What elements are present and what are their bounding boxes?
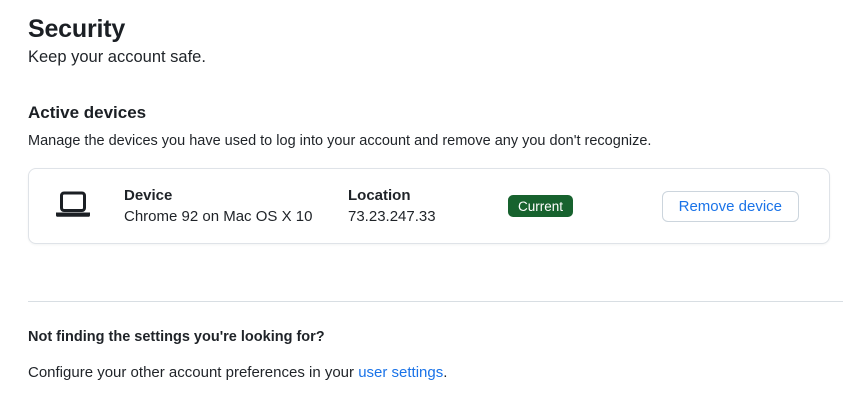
location-column: Location 73.23.247.33 <box>348 186 508 227</box>
active-devices-section: Active devices Manage the devices you ha… <box>28 102 843 244</box>
page-title: Security <box>28 15 126 43</box>
device-value: Chrome 92 on Mac OS X 10 <box>124 208 313 225</box>
footer-help-section: Not finding the settings you're looking … <box>28 328 843 383</box>
current-status-badge: Current <box>508 194 574 218</box>
active-devices-heading: Active devices <box>28 102 147 122</box>
security-settings-page: Security Keep your account safe. Active … <box>0 0 843 383</box>
section-divider <box>28 301 843 302</box>
location-value: 73.23.247.33 <box>348 208 436 225</box>
footer-text-after-link: . <box>443 364 448 382</box>
footer-text-before-link: Configure your other account preferences… <box>28 364 359 382</box>
device-label: Device <box>124 186 173 204</box>
location-label: Location <box>348 186 411 204</box>
device-card: Device Chrome 92 on Mac OS X 10 Location… <box>28 168 830 244</box>
page-subtitle: Keep your account safe. <box>28 48 206 66</box>
device-column: Device Chrome 92 on Mac OS X 10 <box>124 186 348 227</box>
remove-device-button[interactable]: Remove device <box>661 190 799 222</box>
footer-heading: Not finding the settings you're looking … <box>28 329 325 345</box>
user-settings-link[interactable]: user settings <box>358 364 443 381</box>
footer-text: Configure your other account preferences… <box>28 364 843 383</box>
laptop-icon <box>55 191 91 221</box>
active-devices-description: Manage the devices you have used to log … <box>28 132 652 149</box>
